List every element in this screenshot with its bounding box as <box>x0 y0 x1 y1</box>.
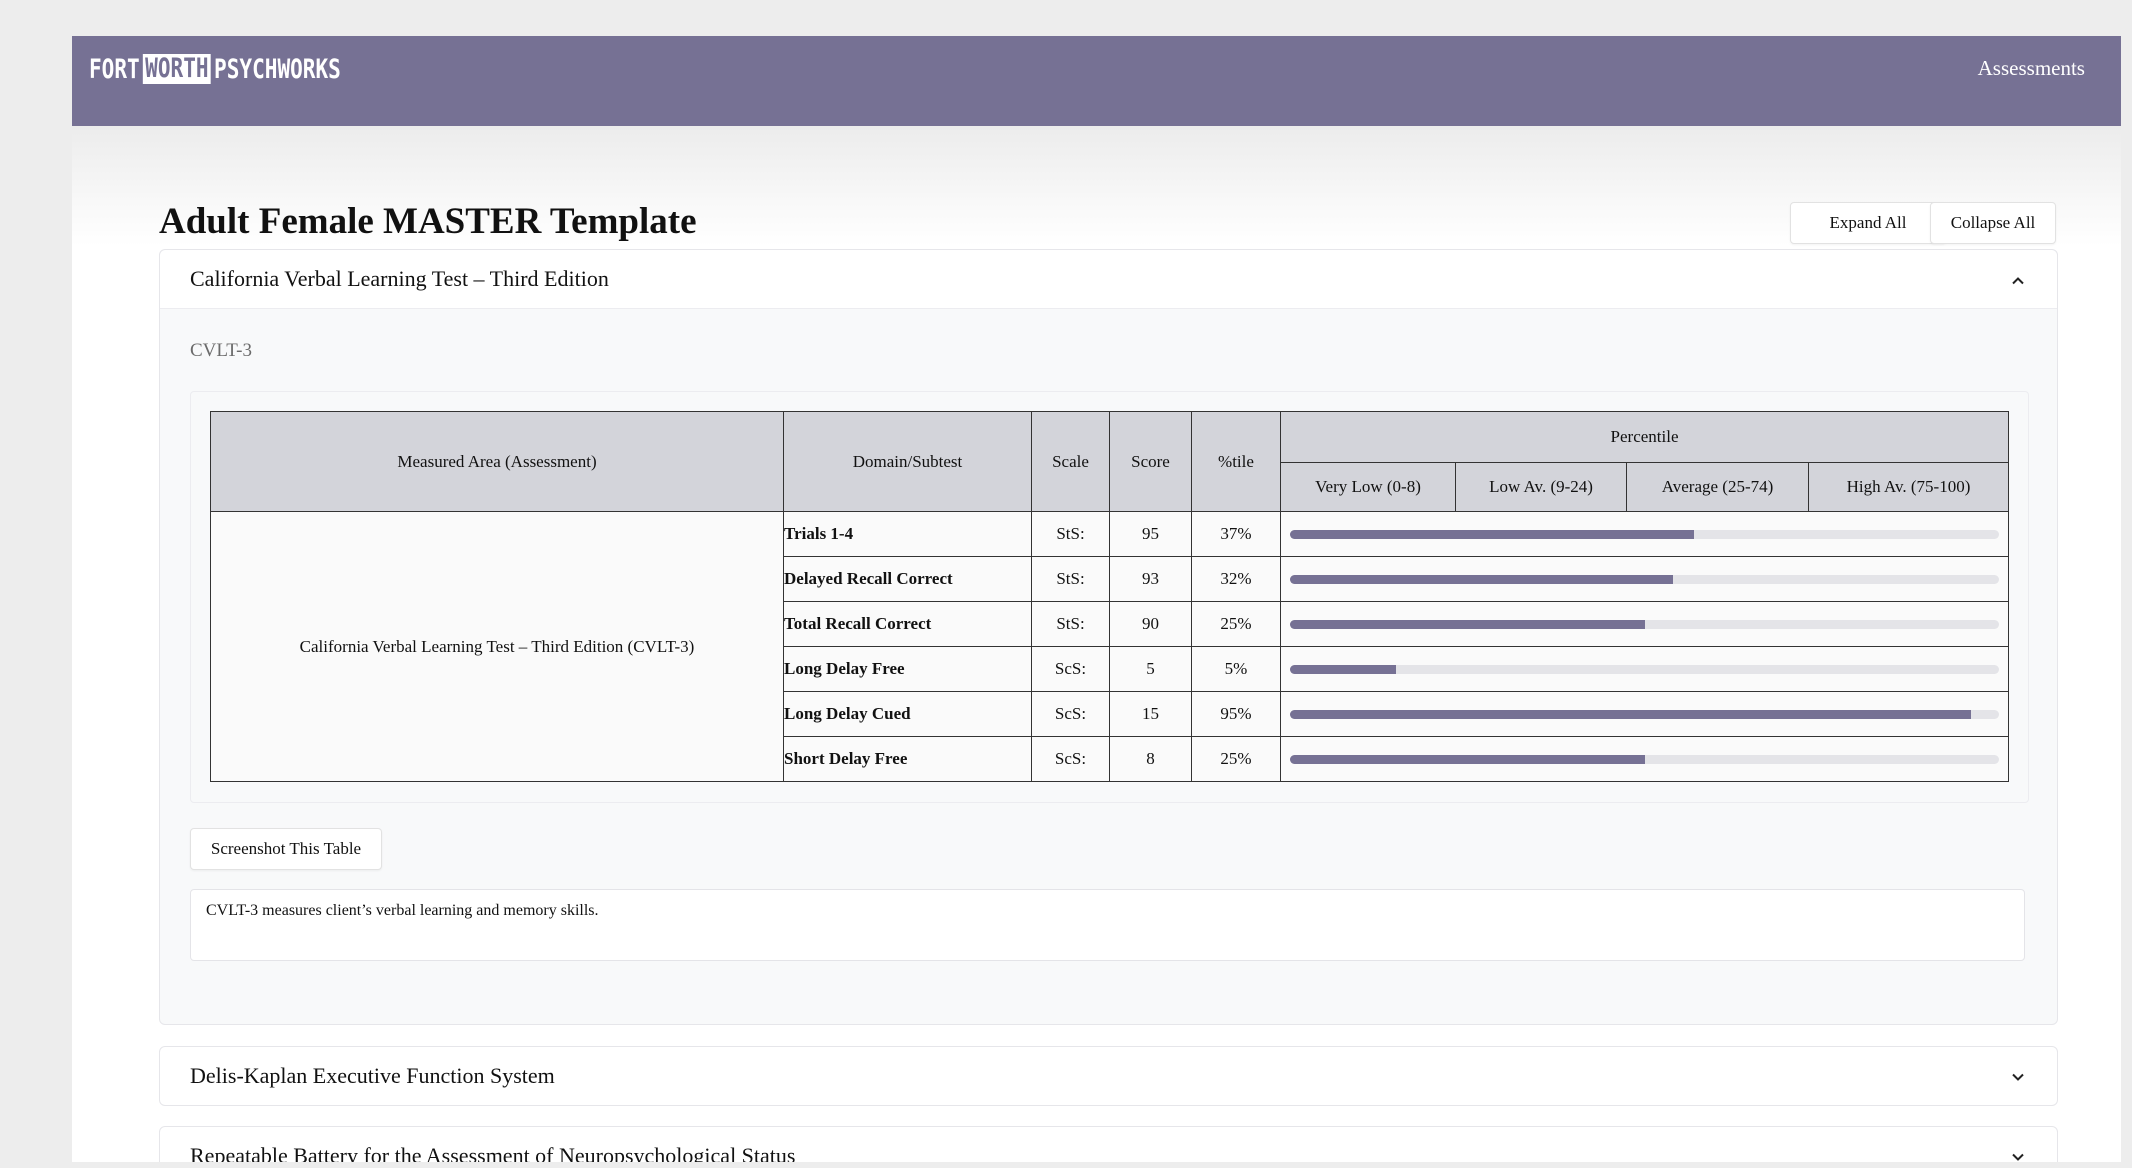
percentile-bar-track <box>1290 754 2000 764</box>
col-header-band: Average (25-74) <box>1626 462 1809 512</box>
brand-logo[interactable]: FORT WORTH PSYCHWORKS <box>89 53 341 85</box>
domain-cell: Trials 1-4 <box>783 511 1032 557</box>
score-cell: 5 <box>1109 646 1192 692</box>
col-header-scale: Scale <box>1031 411 1110 512</box>
percentile-bar-fill <box>1290 664 1397 674</box>
percentile-bar-track <box>1290 574 2000 584</box>
section-title: Repeatable Battery for the Assessment of… <box>190 1143 796 1162</box>
accordion-header-cvlt3[interactable]: California Verbal Learning Test – Third … <box>160 250 2057 309</box>
percentile-bar-cell <box>1279 556 2010 602</box>
brand-logo-right: PSYCHWORKS <box>214 53 341 85</box>
domain-cell: Short Delay Free <box>783 736 1032 782</box>
scale-cell: ScS: <box>1031 646 1110 692</box>
percentile-bar-cell <box>1279 601 2010 647</box>
percentile-bar-cell <box>1279 646 2010 692</box>
col-header-score: Score <box>1109 411 1192 512</box>
score-cell: 90 <box>1109 601 1192 647</box>
nav-link-assessments[interactable]: Assessments <box>1978 56 2085 81</box>
percentile-bar-fill <box>1290 574 1673 584</box>
domain-cell: Total Recall Correct <box>783 601 1032 647</box>
percentile-bar-track <box>1290 619 2000 629</box>
percentile-bar-cell <box>1279 511 2010 557</box>
scale-cell: StS: <box>1031 511 1110 557</box>
percentile-bar-fill <box>1290 619 1645 629</box>
brand-logo-boxed: WORTH <box>142 54 211 84</box>
percentile-bar-track <box>1290 664 2000 674</box>
col-header-band: High Av. (75-100) <box>1807 462 2010 512</box>
chevron-down-icon <box>2011 1067 2025 1086</box>
scale-cell: StS: <box>1031 556 1110 602</box>
percentile-cell: 5% <box>1191 646 1281 692</box>
percentile-cell: 25% <box>1191 736 1281 782</box>
expand-all-button[interactable]: Expand All <box>1790 202 1946 244</box>
col-header-band: Very Low (0-8) <box>1280 462 1456 512</box>
section-notes[interactable]: CVLT-3 measures client’s verbal learning… <box>190 889 2025 961</box>
percentile-cell: 95% <box>1191 691 1281 737</box>
percentile-bar-cell <box>1279 691 2010 737</box>
score-cell: 8 <box>1109 736 1192 782</box>
navbar: FORT WORTH PSYCHWORKS Assessments R <box>72 36 2121 126</box>
page-title: Adult Female MASTER Template <box>159 201 697 242</box>
accordion-header-rbans[interactable]: Repeatable Battery for the Assessment of… <box>160 1127 2057 1162</box>
score-cell: 93 <box>1109 556 1192 602</box>
percentile-bar-fill <box>1290 529 1695 539</box>
percentile-cell: 37% <box>1191 511 1281 557</box>
score-table-card: Measured Area (Assessment) Domain/Subtes… <box>190 391 2029 803</box>
screenshot-table-button[interactable]: Screenshot This Table <box>190 828 382 870</box>
accordion-section-dkefs: Delis-Kaplan Executive Function System <box>159 1046 2058 1106</box>
accordion-section-rbans: Repeatable Battery for the Assessment of… <box>159 1126 2058 1162</box>
brand-logo-left: FORT <box>89 53 140 85</box>
collapse-all-button[interactable]: Collapse All <box>1930 202 2056 244</box>
percentile-cell: 32% <box>1191 556 1281 602</box>
domain-cell: Delayed Recall Correct <box>783 556 1032 602</box>
table-row: California Verbal Learning Test – Third … <box>210 511 2010 782</box>
measured-area-cell: California Verbal Learning Test – Third … <box>210 511 784 782</box>
percentile-bar-track <box>1290 529 2000 539</box>
scale-cell: StS: <box>1031 601 1110 647</box>
percentile-bar-track <box>1290 709 2000 719</box>
col-header-domain: Domain/Subtest <box>783 411 1032 512</box>
section-title: Delis-Kaplan Executive Function System <box>190 1063 555 1088</box>
percentile-bar-fill <box>1290 709 1971 719</box>
percentile-cell: 25% <box>1191 601 1281 647</box>
score-table-body: California Verbal Learning Test – Third … <box>210 511 2010 782</box>
domain-cell: Long Delay Cued <box>783 691 1032 737</box>
domain-cell: Long Delay Free <box>783 646 1032 692</box>
section-abbreviation: CVLT-3 <box>190 340 252 361</box>
col-header-pct: %tile <box>1191 411 1281 512</box>
chevron-down-icon <box>2011 1147 2025 1163</box>
accordion-header-dkefs[interactable]: Delis-Kaplan Executive Function System <box>160 1047 2057 1105</box>
col-header-band: Low Av. (9-24) <box>1455 462 1627 512</box>
accordion-section-cvlt3: California Verbal Learning Test – Third … <box>159 249 2058 1025</box>
score-cell: 15 <box>1109 691 1192 737</box>
scale-cell: ScS: <box>1031 736 1110 782</box>
percentile-bar-fill <box>1290 754 1645 764</box>
app-window: FORT WORTH PSYCHWORKS Assessments R Adul… <box>72 36 2121 1162</box>
nav-links: Assessments R <box>1978 56 2121 81</box>
chevron-up-icon <box>2011 270 2025 289</box>
section-title: California Verbal Learning Test – Third … <box>190 266 609 291</box>
percentile-bar-cell <box>1279 736 2010 782</box>
scale-cell: ScS: <box>1031 691 1110 737</box>
col-header-percentile: Percentile <box>1279 411 2010 463</box>
col-header-area: Measured Area (Assessment) <box>210 411 784 512</box>
score-cell: 95 <box>1109 511 1192 557</box>
score-table: Measured Area (Assessment) Domain/Subtes… <box>210 411 2010 782</box>
